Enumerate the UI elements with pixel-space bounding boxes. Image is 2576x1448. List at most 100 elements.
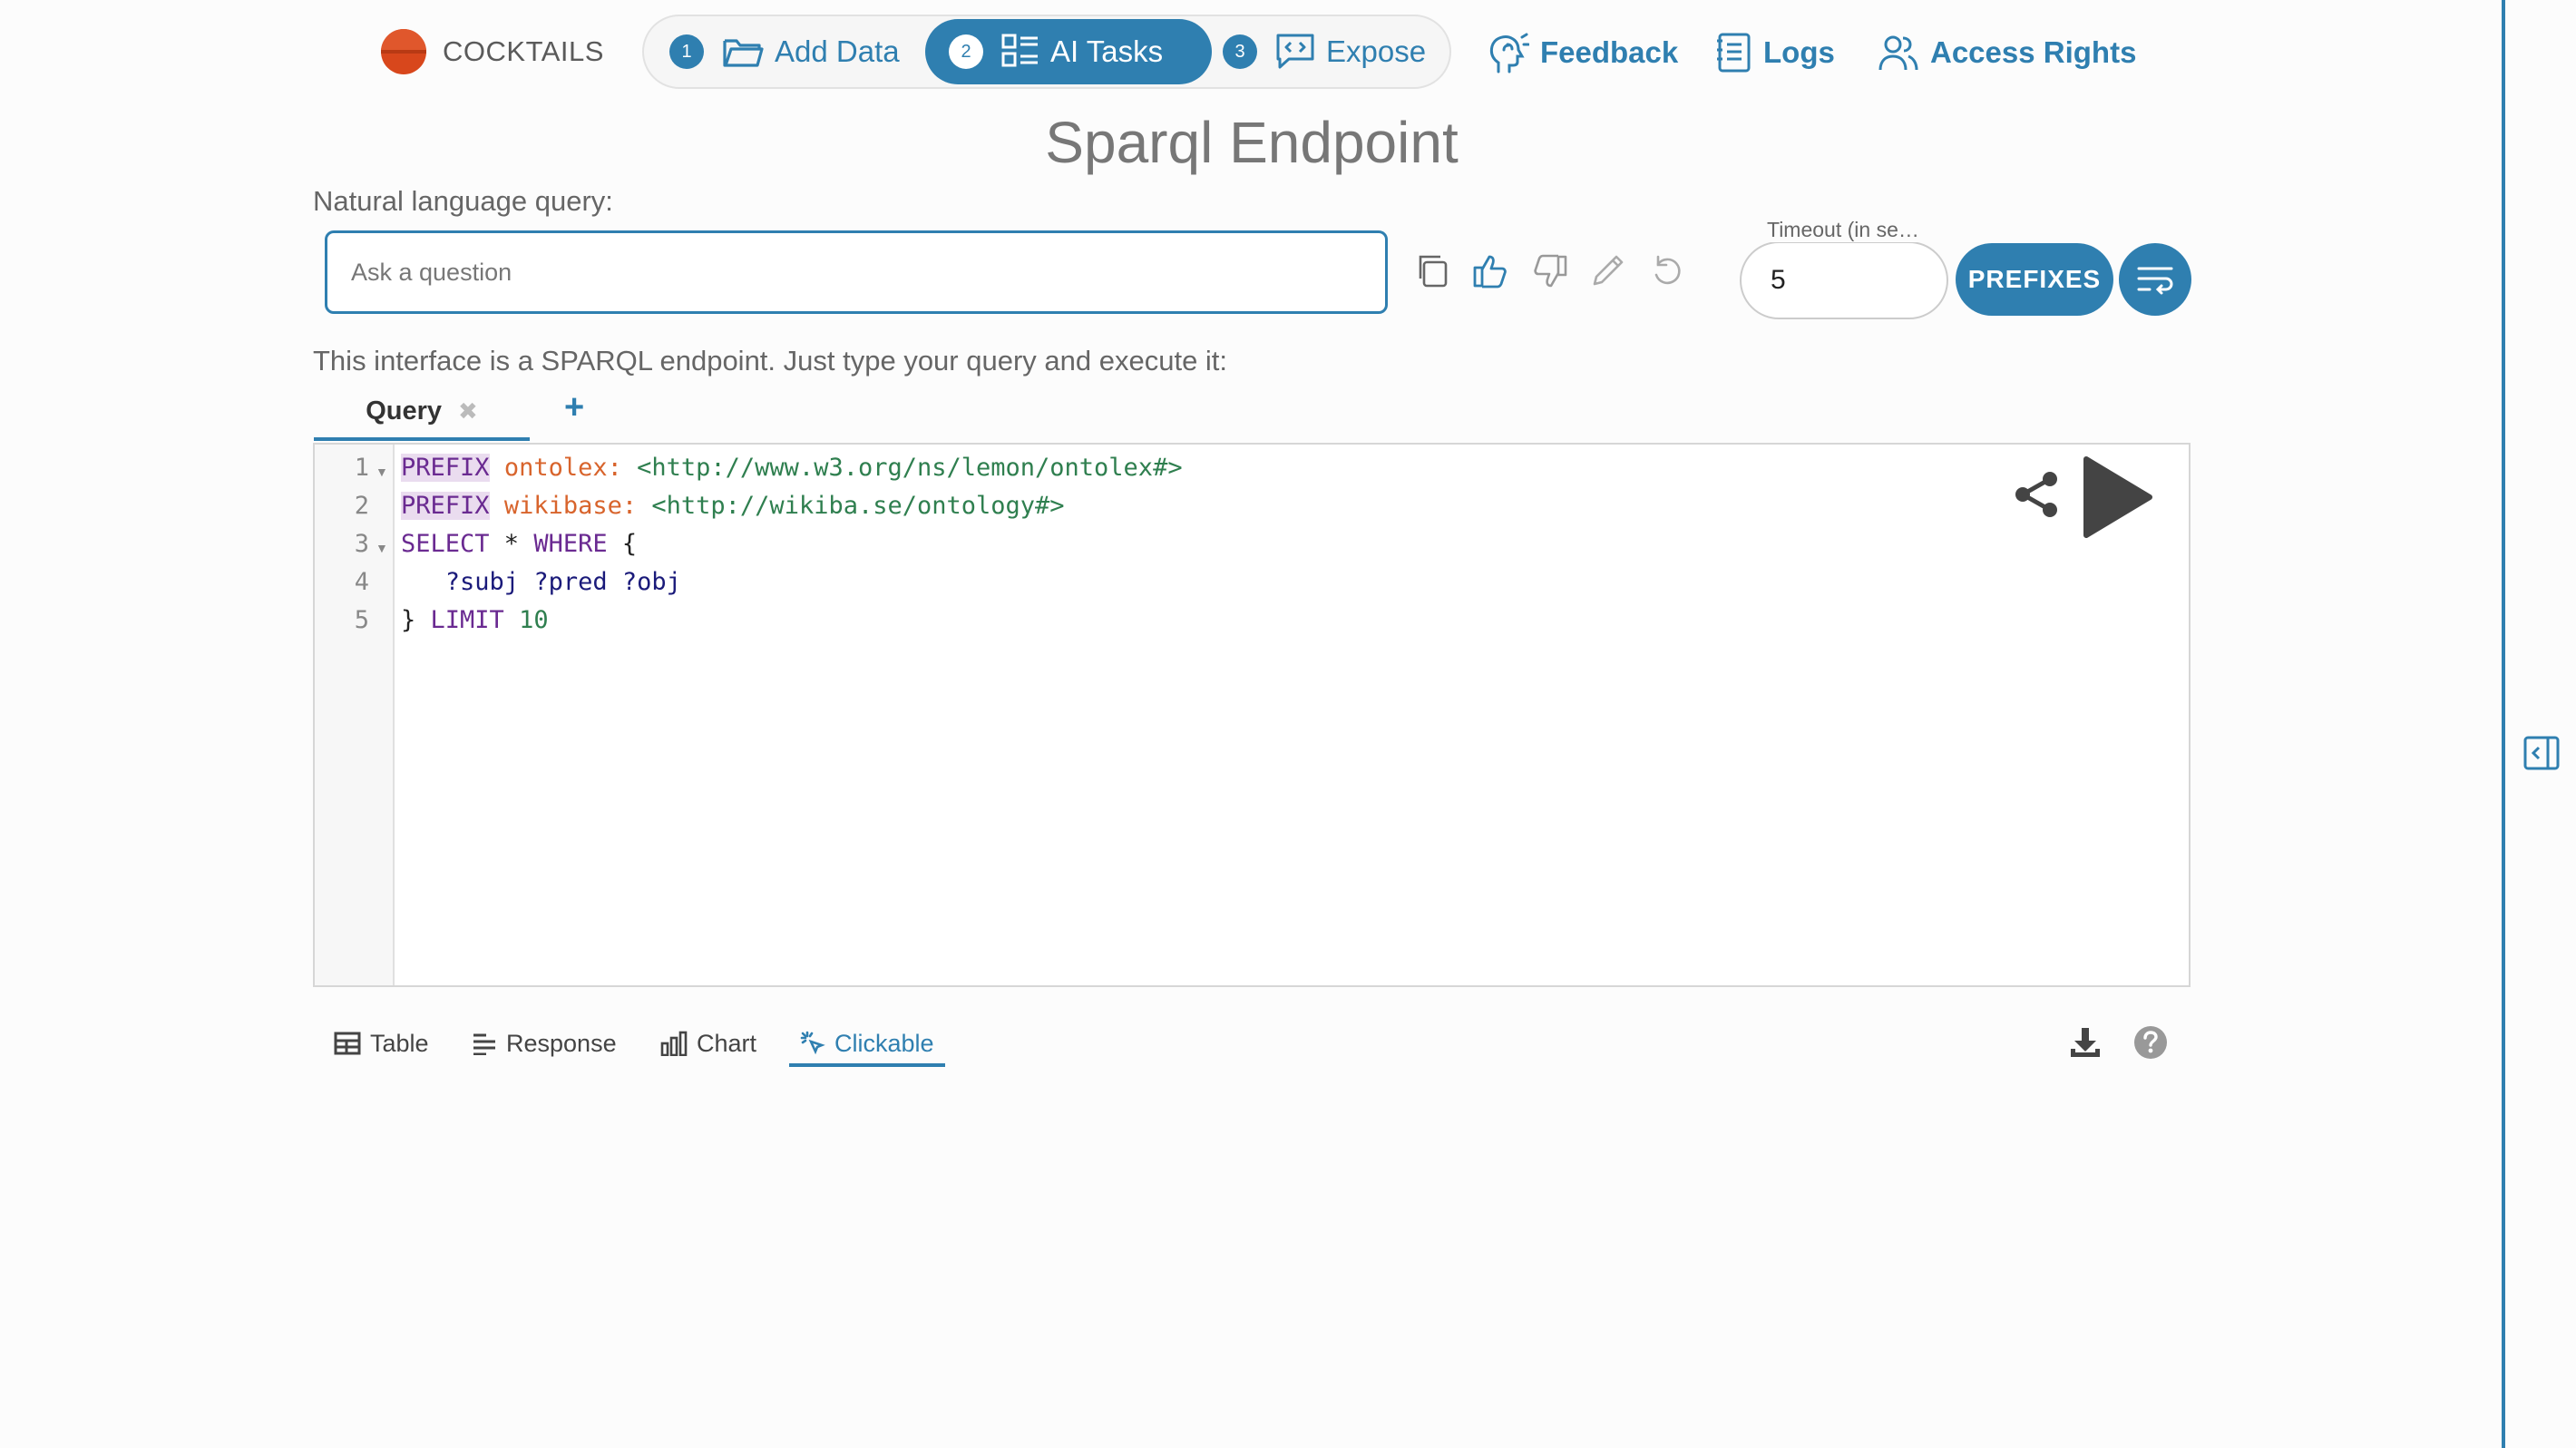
code-token: PREFIX xyxy=(401,454,490,482)
close-tab-icon[interactable]: ✖ xyxy=(458,397,478,426)
line-number: 1 xyxy=(354,454,369,482)
result-tab-label: Clickable xyxy=(834,1029,934,1057)
step-number: 2 xyxy=(949,34,983,69)
editor-gutter xyxy=(315,445,395,985)
step-number: 1 xyxy=(669,34,704,69)
code-line: PREFIX wikibase: <http://wikiba.se/ontol… xyxy=(401,492,1065,520)
code-line: SELECT * WHERE { xyxy=(401,530,637,558)
line-number: 5 xyxy=(354,606,369,634)
code-token: <http://www.w3.org/ns/lemon/ontolex#> xyxy=(637,454,1183,482)
line-number: 4 xyxy=(354,568,369,596)
brand[interactable]: COCKTAILS xyxy=(381,29,604,74)
feedback-icon xyxy=(1488,32,1529,73)
step-label: Expose xyxy=(1326,34,1427,68)
collapse-panel-icon[interactable] xyxy=(2523,735,2560,771)
thumbs-down-icon[interactable] xyxy=(1529,251,1569,291)
code-line: } LIMIT 10 xyxy=(401,606,549,634)
brand-name: COCKTAILS xyxy=(443,35,604,67)
align-left-icon xyxy=(472,1032,497,1055)
code-token: 10 xyxy=(519,606,549,634)
access-rights-link[interactable]: Access Rights xyxy=(1878,27,2136,78)
feedback-link[interactable]: Feedback xyxy=(1488,27,1678,78)
result-tab-label: Chart xyxy=(697,1029,757,1057)
grid-list-icon xyxy=(1001,34,1039,70)
intro-text: This interface is a SPARQL endpoint. Jus… xyxy=(313,345,1228,377)
line-number: 2 xyxy=(354,492,369,520)
prefixes-button[interactable]: PREFIXES xyxy=(1956,243,2113,316)
result-tab-table[interactable]: Table xyxy=(334,1020,429,1067)
code-token: LIMIT xyxy=(430,606,504,634)
logs-link[interactable]: Logs xyxy=(1716,27,1835,78)
code-token: ?obj xyxy=(621,568,681,596)
step-navigation: 1 Add Data 2 AI Tasks 3 Expose xyxy=(642,15,1451,89)
share-icon[interactable] xyxy=(2010,468,2063,521)
code-token: WHERE xyxy=(533,530,608,558)
tab-query[interactable]: Query ✖ xyxy=(314,385,530,441)
timeout-label: Timeout (in se… xyxy=(1765,218,1921,242)
code-line: PREFIX ontolex: <http://www.w3.org/ns/le… xyxy=(401,454,1183,482)
step-label: Add Data xyxy=(775,34,900,68)
page-title: Sparql Endpoint xyxy=(1045,110,1459,175)
natural-language-query-input[interactable] xyxy=(325,230,1388,314)
thumbs-up-icon[interactable] xyxy=(1471,251,1511,291)
users-icon xyxy=(1878,34,1919,72)
pencil-icon[interactable] xyxy=(1587,251,1627,291)
click-icon xyxy=(800,1031,825,1056)
chat-code-icon xyxy=(1275,33,1315,71)
code-token: wikibase: xyxy=(503,492,638,520)
folder-icon xyxy=(722,34,764,70)
code-token: * xyxy=(489,530,534,558)
code-token: PREFIX xyxy=(401,492,490,520)
result-tab-label: Response xyxy=(506,1029,617,1057)
run-query-button[interactable] xyxy=(2079,454,2155,541)
fold-arrow-icon[interactable]: ▼ xyxy=(376,465,388,479)
help-icon[interactable] xyxy=(2133,1025,2168,1060)
access-rights-label: Access Rights xyxy=(1930,35,2137,69)
undo-icon[interactable] xyxy=(1647,251,1687,291)
code-token: ?pred xyxy=(533,568,608,596)
table-icon xyxy=(334,1032,361,1055)
brand-logo xyxy=(381,29,426,74)
logs-icon xyxy=(1716,32,1752,73)
step-number: 3 xyxy=(1223,34,1257,69)
wrap-text-button[interactable] xyxy=(2119,243,2191,316)
step-ai-tasks[interactable]: 2 AI Tasks xyxy=(925,19,1212,84)
nlq-label: Natural language query: xyxy=(313,185,613,217)
add-tab-button[interactable]: + xyxy=(564,388,584,427)
play-icon xyxy=(2083,456,2152,538)
tab-query-label: Query xyxy=(366,396,443,426)
code-token: <http://wikiba.se/ontology#> xyxy=(651,492,1065,520)
fold-arrow-icon[interactable]: ▼ xyxy=(376,541,388,555)
wrap-text-icon xyxy=(2137,267,2173,295)
code-line: ?subj ?pred ?obj xyxy=(401,568,681,596)
code-token: SELECT xyxy=(401,530,490,558)
code-token: } xyxy=(401,606,431,634)
result-tab-chart[interactable]: Chart xyxy=(660,1020,756,1067)
logs-label: Logs xyxy=(1763,35,1835,69)
download-icon[interactable] xyxy=(2068,1025,2103,1060)
result-tab-label: Table xyxy=(370,1029,429,1057)
feedback-label: Feedback xyxy=(1540,35,1679,69)
result-tab-clickable[interactable]: Clickable xyxy=(800,1020,934,1067)
bar-chart-icon xyxy=(660,1031,688,1056)
line-number: 3 xyxy=(354,530,369,558)
step-add-data[interactable]: 1 Add Data xyxy=(669,19,942,84)
code-token: ontolex: xyxy=(503,454,622,482)
side-panel-border xyxy=(2502,0,2505,1448)
code-token: { xyxy=(607,530,638,558)
result-tab-response[interactable]: Response xyxy=(472,1020,617,1067)
step-expose[interactable]: 3 Expose xyxy=(1223,19,1440,84)
query-editor[interactable] xyxy=(313,443,2191,987)
copy-icon[interactable] xyxy=(1413,251,1453,291)
code-token: ?subj xyxy=(444,568,520,596)
timeout-value: 5 xyxy=(1771,265,1786,295)
step-label: AI Tasks xyxy=(1050,34,1164,68)
